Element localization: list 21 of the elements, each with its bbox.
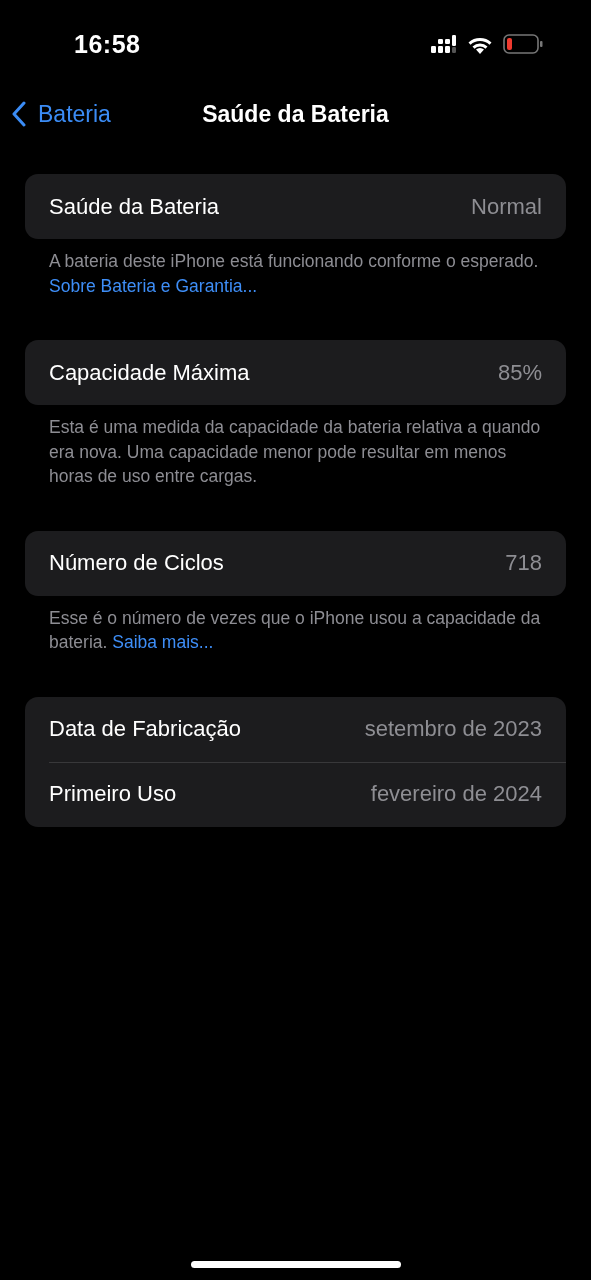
chevron-left-icon: [12, 101, 26, 127]
signal-icon: [431, 35, 457, 53]
row-label: Saúde da Bateria: [49, 193, 220, 220]
row-value: setembro de 2023: [364, 716, 542, 742]
section-footnote: A bateria deste iPhone está funcionando conforme o esperado. Sobre Bateria e Garantia...: [49, 250, 540, 298]
row-value: 85%: [497, 359, 542, 386]
row-label: Número de Ciclos: [49, 550, 224, 576]
row-value: Normal: [471, 193, 542, 220]
page-title: Saúde da Bateria: [202, 100, 389, 128]
row-label: Capacidade Máxima: [49, 359, 250, 386]
footnote-link[interactable]: Saiba mais...: [112, 632, 214, 652]
row-label: Data de Fabricação: [49, 716, 241, 742]
row-value: fevereiro de 2024: [370, 781, 542, 807]
back-button[interactable]: Bateria: [12, 88, 111, 140]
footnote-link[interactable]: Sobre Bateria e Garantia...: [49, 275, 258, 296]
status-time: 16:58: [74, 29, 141, 59]
battery-icon: [503, 34, 543, 54]
row-value: 718: [505, 550, 542, 576]
section-footnote: Esse é o número de vezes que o iPhone usou a capacidade da bateria. Saiba mais...: [49, 606, 542, 654]
section-footnote: Esta é uma medida da capacidade da bateria relativa a quando era nova. Uma capacidade menor pode resultar em menos horas de uso entre cargas.: [49, 416, 542, 488]
row-label: Primeiro Uso: [49, 781, 177, 807]
